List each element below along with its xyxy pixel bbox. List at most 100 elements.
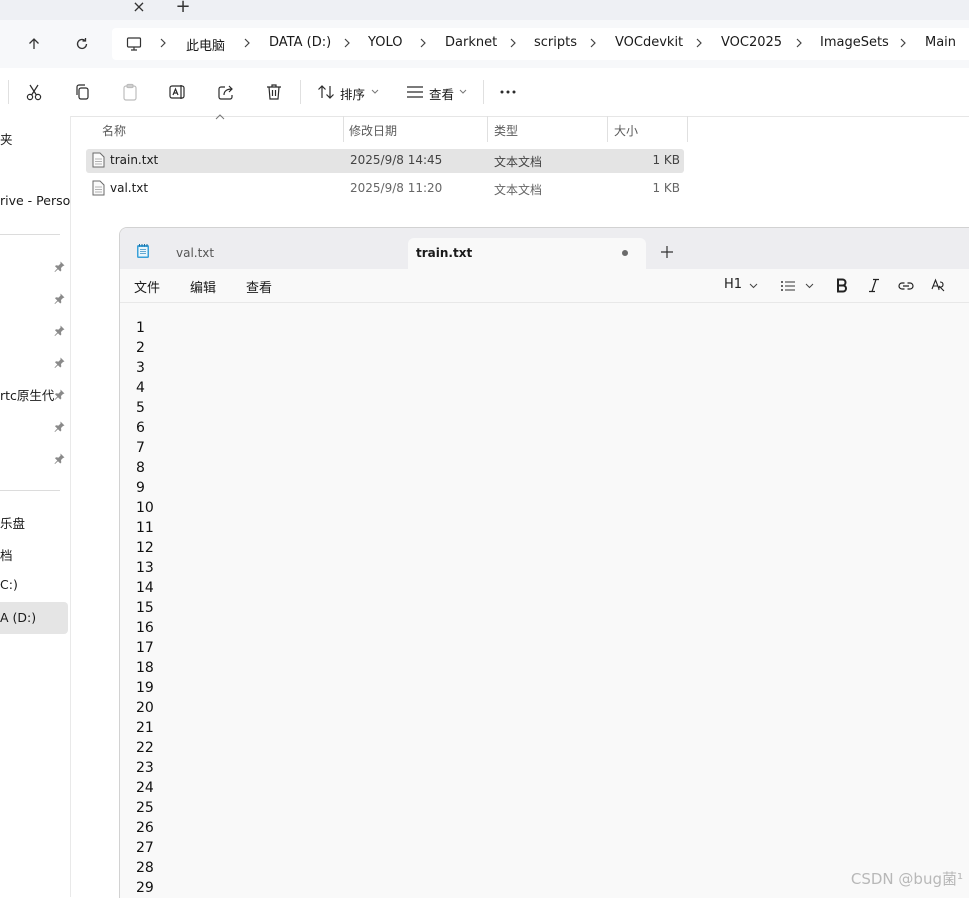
address-row: 此电脑 DATA (D:) YOLO Darknet scripts VOCde… bbox=[0, 20, 969, 68]
chevron-down-icon bbox=[805, 283, 814, 289]
list-icon[interactable] bbox=[780, 279, 796, 293]
chevron-down-icon bbox=[459, 89, 467, 94]
text-line: 1 bbox=[136, 320, 145, 336]
file-modified: 2025/9/8 14:45 bbox=[350, 153, 443, 167]
new-tab-icon[interactable] bbox=[660, 245, 674, 259]
bold-icon[interactable] bbox=[836, 278, 848, 293]
chevron-right-icon bbox=[344, 38, 350, 48]
column-divider[interactable] bbox=[607, 116, 608, 142]
notepad-menu-bar: 文件 编辑 查看 H1 bbox=[120, 269, 969, 303]
nav-item-onedrive[interactable]: rive - Perso bbox=[0, 193, 70, 208]
computer-icon bbox=[126, 37, 142, 51]
watermark: CSDN @bug菌¹ bbox=[850, 870, 963, 888]
new-tab-button[interactable]: + bbox=[172, 0, 194, 18]
column-divider[interactable] bbox=[343, 116, 344, 142]
file-row-train[interactable]: train.txt 2025/9/8 14:45 文本文档 1 KB bbox=[86, 149, 684, 173]
column-header-modified[interactable]: 修改日期 bbox=[349, 122, 397, 139]
text-line: 22 bbox=[136, 740, 154, 756]
nav-item-webrtc[interactable]: rtc原生代 bbox=[0, 385, 54, 404]
pin-icon[interactable] bbox=[54, 421, 65, 432]
nav-divider bbox=[0, 234, 60, 235]
breadcrumb-main[interactable]: Main bbox=[925, 35, 956, 50]
copy-icon[interactable] bbox=[72, 82, 92, 102]
tab-train-txt[interactable]: train.txt bbox=[408, 238, 646, 269]
chevron-right-icon bbox=[244, 38, 250, 48]
breadcrumb-this-pc[interactable]: 此电脑 bbox=[186, 35, 225, 54]
pin-icon[interactable] bbox=[54, 293, 65, 304]
pin-icon[interactable] bbox=[54, 389, 65, 400]
file-type: 文本文档 bbox=[494, 183, 543, 197]
chevron-right-icon bbox=[900, 38, 906, 48]
delete-icon[interactable] bbox=[264, 82, 284, 102]
pin-icon[interactable] bbox=[54, 357, 65, 368]
file-type: 文本文档 bbox=[494, 155, 543, 169]
unsaved-indicator-icon[interactable] bbox=[622, 250, 628, 256]
menu-file[interactable]: 文件 bbox=[134, 277, 160, 296]
text-line: 11 bbox=[136, 520, 154, 536]
nav-item-folder[interactable]: 夹 bbox=[0, 129, 13, 148]
cut-icon[interactable] bbox=[24, 82, 44, 102]
pin-icon[interactable] bbox=[54, 325, 65, 336]
text-line: 10 bbox=[136, 500, 154, 516]
breadcrumb-voc2025[interactable]: VOC2025 bbox=[721, 35, 782, 50]
text-line: 12 bbox=[136, 540, 154, 556]
breadcrumb-darknet[interactable]: Darknet bbox=[445, 35, 497, 50]
nav-item-docs[interactable]: 档 bbox=[0, 545, 13, 564]
tab-close-button[interactable]: × bbox=[128, 0, 150, 18]
pin-icon[interactable] bbox=[54, 261, 65, 272]
sort-icon[interactable] bbox=[316, 82, 336, 102]
breadcrumb-imagesets[interactable]: ImageSets bbox=[820, 35, 889, 50]
text-line: 9 bbox=[136, 480, 145, 496]
breadcrumb-data-drive[interactable]: DATA (D:) bbox=[269, 35, 331, 50]
text-file-icon bbox=[92, 152, 105, 168]
view-button[interactable]: 查看 bbox=[429, 84, 454, 103]
column-header-size[interactable]: 大小 bbox=[614, 122, 638, 139]
menu-edit[interactable]: 编辑 bbox=[190, 277, 216, 296]
text-editor[interactable]: 1 2 3 4 5 6 7 8 9 10 11 12 13 14 15 16 17 18 19 20 21 22 23 24 2… bbox=[136, 318, 936, 898]
file-row-val[interactable]: val.txt 2025/9/8 11:20 文本文档 1 KB bbox=[86, 177, 684, 201]
pin-icon[interactable] bbox=[54, 453, 65, 464]
toolbar-divider bbox=[300, 80, 301, 104]
column-header-type[interactable]: 类型 bbox=[494, 122, 518, 139]
nav-item-drive-c[interactable]: C:) bbox=[0, 577, 18, 592]
more-options-icon[interactable] bbox=[498, 82, 518, 102]
up-button[interactable] bbox=[20, 30, 48, 58]
sort-button[interactable]: 排序 bbox=[340, 84, 365, 103]
breadcrumb-scripts[interactable]: scripts bbox=[534, 35, 577, 50]
breadcrumb-yolo[interactable]: YOLO bbox=[368, 35, 402, 50]
rename-icon[interactable] bbox=[168, 82, 188, 102]
text-line: 20 bbox=[136, 700, 154, 716]
notepad-window: val.txt train.txt 文件 编辑 查看 H1 1234567891… bbox=[119, 227, 969, 898]
heading-dropdown[interactable]: H1 bbox=[724, 277, 742, 293]
text-file-icon bbox=[92, 180, 105, 196]
nav-item-disk[interactable]: 乐盘 bbox=[0, 513, 25, 532]
column-divider[interactable] bbox=[687, 116, 688, 142]
refresh-icon bbox=[76, 38, 88, 50]
tab-val-txt[interactable]: val.txt bbox=[176, 246, 214, 260]
italic-icon[interactable] bbox=[868, 278, 880, 293]
refresh-button[interactable] bbox=[68, 30, 96, 58]
column-divider[interactable] bbox=[487, 116, 488, 142]
view-icon[interactable] bbox=[405, 82, 425, 102]
chevron-right-icon bbox=[696, 38, 702, 48]
breadcrumb-vocdevkit[interactable]: VOCdevkit bbox=[615, 35, 683, 50]
paste-icon[interactable] bbox=[120, 82, 140, 102]
text-line: 24 bbox=[136, 780, 154, 796]
address-bar[interactable]: 此电脑 DATA (D:) YOLO Darknet scripts VOCde… bbox=[112, 28, 969, 60]
share-icon[interactable] bbox=[216, 82, 236, 102]
chevron-right-icon bbox=[420, 38, 426, 48]
nav-item-drive-d[interactable]: A (D:) bbox=[0, 610, 36, 625]
text-line: 3 bbox=[136, 360, 145, 376]
menu-view[interactable]: 查看 bbox=[246, 277, 272, 296]
sort-ascending-icon bbox=[215, 114, 225, 120]
column-header-name[interactable]: 名称 bbox=[102, 122, 126, 139]
link-icon[interactable] bbox=[898, 280, 914, 292]
file-name: val.txt bbox=[110, 181, 149, 195]
file-size: 1 KB bbox=[652, 181, 680, 195]
text-line: 2 bbox=[136, 340, 145, 356]
clear-formatting-icon[interactable] bbox=[930, 277, 946, 293]
chevron-down-icon bbox=[371, 89, 379, 94]
chevron-down-icon bbox=[749, 283, 758, 289]
file-size: 1 KB bbox=[652, 153, 680, 167]
text-line: 8 bbox=[136, 460, 145, 476]
